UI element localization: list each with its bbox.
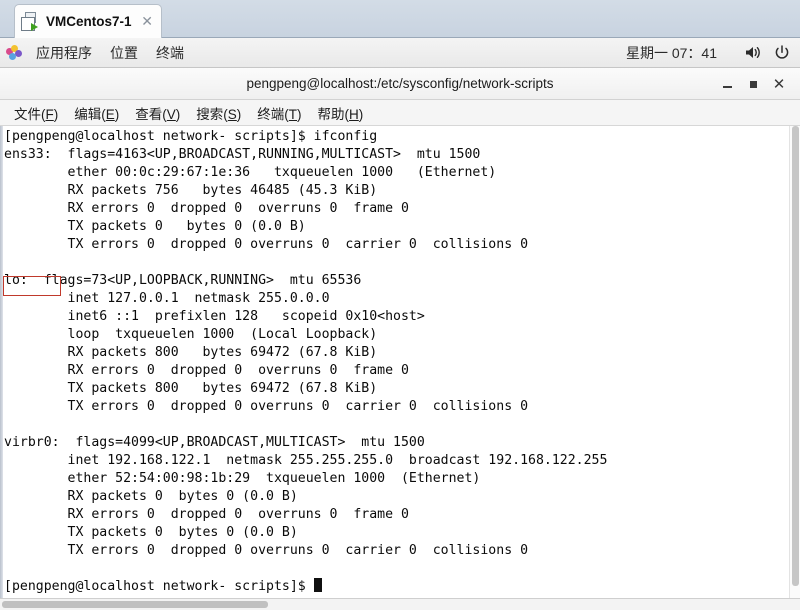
window-title: pengpeng@localhost:/etc/sysconfig/networ… (246, 76, 554, 91)
horizontal-scrollbar-thumb[interactable] (2, 601, 268, 608)
terminal-line: TX packets 0 bytes 0 (0.0 B) (4, 525, 298, 540)
close-button[interactable]: ✕ (766, 71, 792, 97)
terminal-line: TX errors 0 dropped 0 overruns 0 carrier… (4, 399, 529, 414)
terminal-line: ether 52:54:00:98:1b:29 txqueuelen 1000 … (4, 471, 481, 486)
minimize-button[interactable] (714, 71, 740, 97)
gnome-menu-terminal[interactable]: 终端 (147, 41, 193, 65)
menu-search[interactable]: 搜索(S) (188, 101, 249, 125)
gnome-top-panel: 应用程序 位置 终端 星期一 07：41 (0, 38, 800, 68)
terminal-line: inet 192.168.122.1 netmask 255.255.255.0… (4, 453, 608, 468)
terminal-line: TX errors 0 dropped 0 overruns 0 carrier… (4, 543, 529, 558)
terminal-line: TX errors 0 dropped 0 overruns 0 carrier… (4, 237, 529, 252)
terminal-line: loop txqueuelen 1000 (Local Loopback) (4, 327, 378, 342)
terminal-menubar: 文件(F) 编辑(E) 查看(V) 搜索(S) 终端(T) 帮助(H) (0, 100, 800, 126)
menu-help[interactable]: 帮助(H) (310, 101, 372, 125)
menu-edit[interactable]: 编辑(E) (66, 101, 127, 125)
terminal-line: RX packets 0 bytes 0 (0.0 B) (4, 489, 298, 504)
clock[interactable]: 星期一 07：41 (626, 43, 717, 63)
vm-thumbnail-icon (21, 11, 41, 32)
terminal-line: inet 127.0.0.1 netmask 255.0.0.0 (4, 291, 330, 306)
vertical-scrollbar-thumb[interactable] (792, 126, 799, 586)
vmware-tab-label: VMCentos7-1 (46, 14, 132, 29)
menu-terminal[interactable]: 终端(T) (249, 101, 309, 125)
horizontal-scrollbar[interactable] (0, 598, 800, 610)
terminal-titlebar[interactable]: pengpeng@localhost:/etc/sysconfig/networ… (0, 68, 800, 100)
terminal-left-edge (0, 126, 3, 598)
terminal-line: RX packets 800 bytes 69472 (67.8 KiB) (4, 345, 378, 360)
terminal-line: TX packets 0 bytes 0 (0.0 B) (4, 219, 306, 234)
volume-icon[interactable] (745, 45, 762, 60)
terminal-line: lo: flags=73<UP,LOOPBACK,RUNNING> mtu 65… (4, 273, 362, 288)
close-icon[interactable]: ✕ (139, 14, 155, 30)
menu-view[interactable]: 查看(V) (127, 101, 188, 125)
terminal-line: [pengpeng@localhost network- scripts]$ i… (4, 129, 378, 144)
gnome-menu-places[interactable]: 位置 (101, 41, 147, 65)
window-controls: ✕ (714, 68, 792, 100)
terminal-line: inet6 ::1 prefixlen 128 scopeid 0x10<hos… (4, 309, 425, 324)
power-icon[interactable] (774, 44, 790, 61)
terminal-line: RX packets 756 bytes 46485 (45.3 KiB) (4, 183, 378, 198)
terminal-line: ens33: flags=4163<UP,BROADCAST,RUNNING,M… (4, 147, 481, 162)
vertical-scrollbar[interactable] (789, 126, 800, 598)
terminal-line: RX errors 0 dropped 0 overruns 0 frame 0 (4, 363, 409, 378)
vmware-tab-strip: VMCentos7-1 ✕ (0, 0, 800, 38)
terminal-line: RX errors 0 dropped 0 overruns 0 frame 0 (4, 507, 409, 522)
terminal-text: [pengpeng@localhost network- scripts]$ i… (4, 128, 788, 596)
terminal-line: TX packets 800 bytes 69472 (67.8 KiB) (4, 381, 378, 396)
gnome-menu-applications[interactable]: 应用程序 (27, 41, 101, 65)
applications-icon (6, 44, 22, 61)
terminal-prompt-line: [pengpeng@localhost network- scripts]$ (4, 578, 788, 596)
terminal-window: pengpeng@localhost:/etc/sysconfig/networ… (0, 68, 800, 610)
terminal-output-area[interactable]: [pengpeng@localhost network- scripts]$ i… (0, 126, 800, 598)
maximize-button[interactable] (740, 71, 766, 97)
vmware-tab-vmcentos7-1[interactable]: VMCentos7-1 ✕ (14, 4, 162, 38)
menu-file[interactable]: 文件(F) (6, 101, 66, 125)
terminal-cursor (313, 578, 322, 592)
gnome-panel-right: 星期一 07：41 (626, 43, 800, 63)
terminal-line: virbr0: flags=4099<UP,BROADCAST,MULTICAS… (4, 435, 425, 450)
gnome-panel-left: 应用程序 位置 终端 (0, 41, 193, 65)
prompt-text: [pengpeng@localhost network- scripts]$ (4, 579, 314, 594)
terminal-line: RX errors 0 dropped 0 overruns 0 frame 0 (4, 201, 409, 216)
terminal-line: ether 00:0c:29:67:1e:36 txqueuelen 1000 … (4, 165, 497, 180)
